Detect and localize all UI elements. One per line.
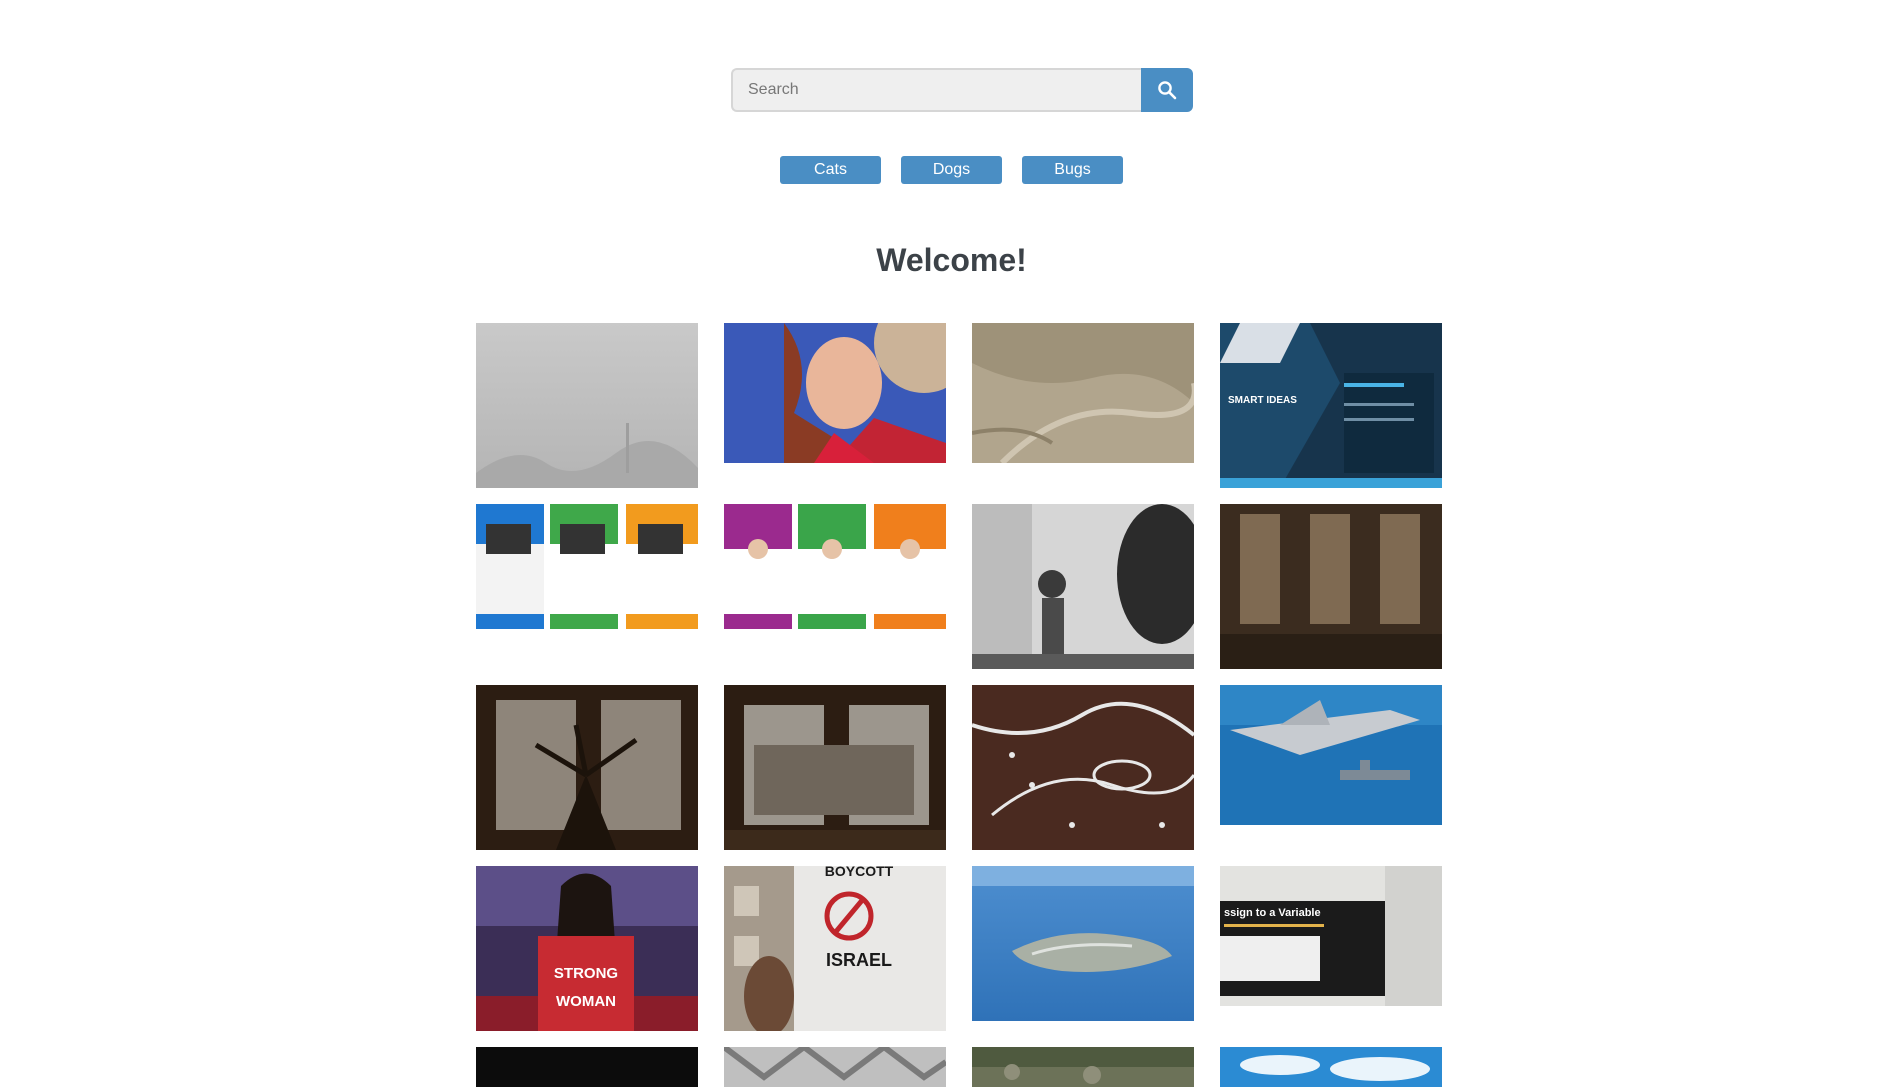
gallery-image-pattern[interactable] — [972, 685, 1194, 850]
gallery-image-island[interactable] — [972, 866, 1194, 1021]
bugs-button[interactable]: Bugs — [1022, 156, 1123, 184]
gallery-image-rocks[interactable] — [972, 1047, 1194, 1087]
gallery-image-graffiti[interactable]: BOYCOTT ISRAEL — [724, 866, 946, 1031]
search-button[interactable] — [1141, 68, 1193, 112]
category-filters: Cats Dogs Bugs — [0, 156, 1903, 184]
gallery-image-brochure[interactable]: SMART IDEAS — [1220, 323, 1442, 488]
graffiti-text-bottom: ISRAEL — [826, 950, 892, 970]
gallery-image-code-screen[interactable]: ssign to a Variable — [1220, 866, 1442, 1006]
gallery-image-strong-woman[interactable]: STRONG WOMAN — [476, 866, 698, 1031]
welcome-heading: Welcome! — [876, 242, 1027, 278]
search-icon — [1158, 81, 1177, 100]
gallery-image-flyers-man[interactable] — [724, 504, 946, 629]
gallery-image-bw-man[interactable] — [972, 504, 1194, 669]
gallery-image-jet[interactable] — [1220, 685, 1442, 825]
gallery-image-window-palm[interactable] — [476, 685, 698, 850]
gallery-image-architecture[interactable] — [724, 1047, 946, 1087]
brochure-heading-text: SMART IDEAS — [1228, 395, 1297, 406]
graffiti-text-top: BOYCOTT — [825, 866, 894, 879]
dogs-button[interactable]: Dogs — [901, 156, 1002, 184]
gallery-image-sky[interactable] — [1220, 1047, 1442, 1087]
search-input[interactable] — [731, 68, 1142, 112]
code-title-text: ssign to a Variable — [1224, 907, 1321, 919]
gallery-image-flyers[interactable] — [476, 504, 698, 629]
gallery-image-desert[interactable] — [972, 323, 1194, 463]
gallery-image-window-building[interactable] — [724, 685, 946, 850]
gallery-image-dark[interactable] — [476, 1047, 698, 1087]
shirt-text-line1: STRONG — [554, 965, 618, 982]
gallery-image-sepia-interior[interactable] — [1220, 504, 1442, 669]
gallery-image-superhero[interactable] — [724, 323, 946, 463]
cats-button[interactable]: Cats — [780, 156, 881, 184]
search-bar — [731, 68, 1193, 112]
gallery-image-fog[interactable] — [476, 323, 698, 488]
shirt-text-line2: WOMAN — [556, 993, 616, 1010]
